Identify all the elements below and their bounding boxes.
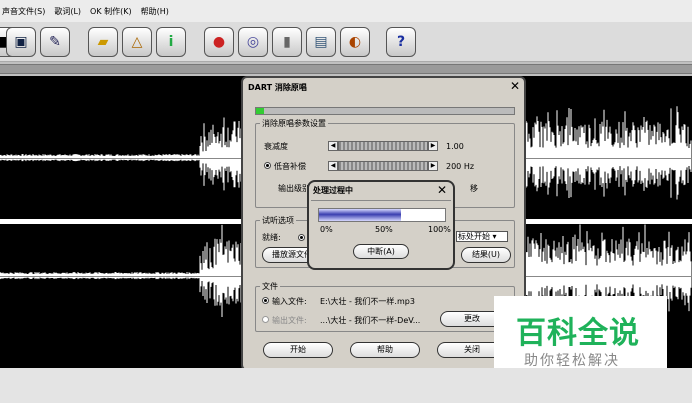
output-file-label: 输出文件:: [272, 316, 307, 325]
play-result-button[interactable]: 结果(U): [461, 247, 511, 263]
lowfreq-label: 低音补偿: [274, 162, 306, 171]
top-progress-fill: [256, 108, 264, 114]
start-button[interactable]: 开始: [263, 342, 333, 358]
mute-icon[interactable]: ●: [204, 27, 234, 57]
menu-ok-make[interactable]: OK 制作(K): [90, 6, 132, 17]
dial-icon[interactable]: ◐: [340, 27, 370, 57]
params-group-label: 消除原唱参数设置: [260, 118, 328, 129]
menu-help[interactable]: 帮助(H): [141, 6, 169, 17]
attenuation-slider[interactable]: [338, 141, 428, 151]
listen-group-label: 试听选项: [260, 215, 296, 226]
processing-progress-bar: [318, 208, 446, 222]
output-file-value: ...\大壮 - 我们不一样-DeV...: [320, 316, 421, 325]
watermark: 百科全说 助你轻松解决: [494, 296, 667, 378]
output-level-label: 输出级别: [278, 184, 310, 193]
ready-label: 就绪:: [262, 233, 281, 242]
start-position-select[interactable]: 标处开始 ▾: [456, 231, 508, 242]
lowfreq-right-arrow[interactable]: ▶: [428, 161, 438, 171]
help-button[interactable]: 帮助: [350, 342, 420, 358]
file-group: 文件 输入文件: E:\大壮 - 我们不一样.mp3 输出文件: ...\大壮 …: [255, 281, 515, 332]
menu-sound-file[interactable]: 声音文件(S): [2, 6, 45, 17]
input-file-radio[interactable]: [262, 297, 269, 304]
attenuation-left-arrow[interactable]: ◀: [328, 141, 338, 151]
tick-100: 100%: [428, 225, 451, 234]
cd-icon[interactable]: ◎: [238, 27, 268, 57]
folder-icon[interactable]: ▰: [88, 27, 118, 57]
input-file-label: 输入文件:: [272, 297, 307, 306]
attenuation-right-arrow[interactable]: ▶: [428, 141, 438, 151]
title-divider: [311, 200, 451, 201]
attenuation-label: 衰减度: [264, 142, 288, 151]
menu-bar: 声音文件(S) 歌词(L) OK 制作(K) 帮助(H): [0, 0, 692, 22]
listen-mode-radio[interactable]: [298, 234, 305, 241]
input-file-value: E:\大壮 - 我们不一样.mp3: [320, 297, 415, 306]
tool-icon[interactable]: ✎: [40, 27, 70, 57]
interrupt-button[interactable]: 中断(A): [353, 244, 409, 259]
doc-icon[interactable]: ▤: [306, 27, 336, 57]
top-progress-strip: [255, 107, 515, 115]
processing-dialog: 处理过程中 ✕ 0% 50% 100% 中断(A): [307, 180, 455, 270]
lowfreq-left-arrow[interactable]: ◀: [328, 161, 338, 171]
record-icon[interactable]: ▮: [272, 27, 302, 57]
output-file-radio[interactable]: [262, 316, 269, 323]
file-group-label: 文件: [260, 281, 280, 292]
watermark-slogan: 助你轻松解决: [524, 353, 620, 369]
status-area: [0, 368, 692, 403]
scroll-divider[interactable]: [0, 64, 692, 74]
watermark-brand: 百科全说: [516, 316, 640, 351]
processing-progress-fill: [319, 209, 401, 221]
tick-50: 50%: [375, 225, 393, 234]
lowfreq-slider[interactable]: [338, 161, 428, 171]
lowfreq-radio[interactable]: [264, 162, 271, 169]
save-icon[interactable]: ▣: [6, 27, 36, 57]
attenuation-value: 1.00: [446, 142, 464, 151]
help-icon[interactable]: ?: [386, 27, 416, 57]
toolbar: ■ ▣ ✎ ▰ △ i ● ◎ ▮ ▤ ◐ ?: [0, 22, 692, 62]
menu-lyrics[interactable]: 歌词(L): [54, 6, 81, 17]
tick-0: 0%: [320, 225, 333, 234]
lowfreq-value: 200 Hz: [446, 162, 475, 171]
edit-icon[interactable]: △: [122, 27, 152, 57]
info-icon[interactable]: i: [156, 27, 186, 57]
output-level-suffix: 移: [470, 184, 478, 193]
close-icon[interactable]: ✕: [510, 80, 520, 92]
processing-close-icon[interactable]: ✕: [437, 183, 447, 197]
processing-title: 处理过程中: [313, 186, 353, 195]
dialog-title: DART 消除原唱: [248, 83, 307, 92]
